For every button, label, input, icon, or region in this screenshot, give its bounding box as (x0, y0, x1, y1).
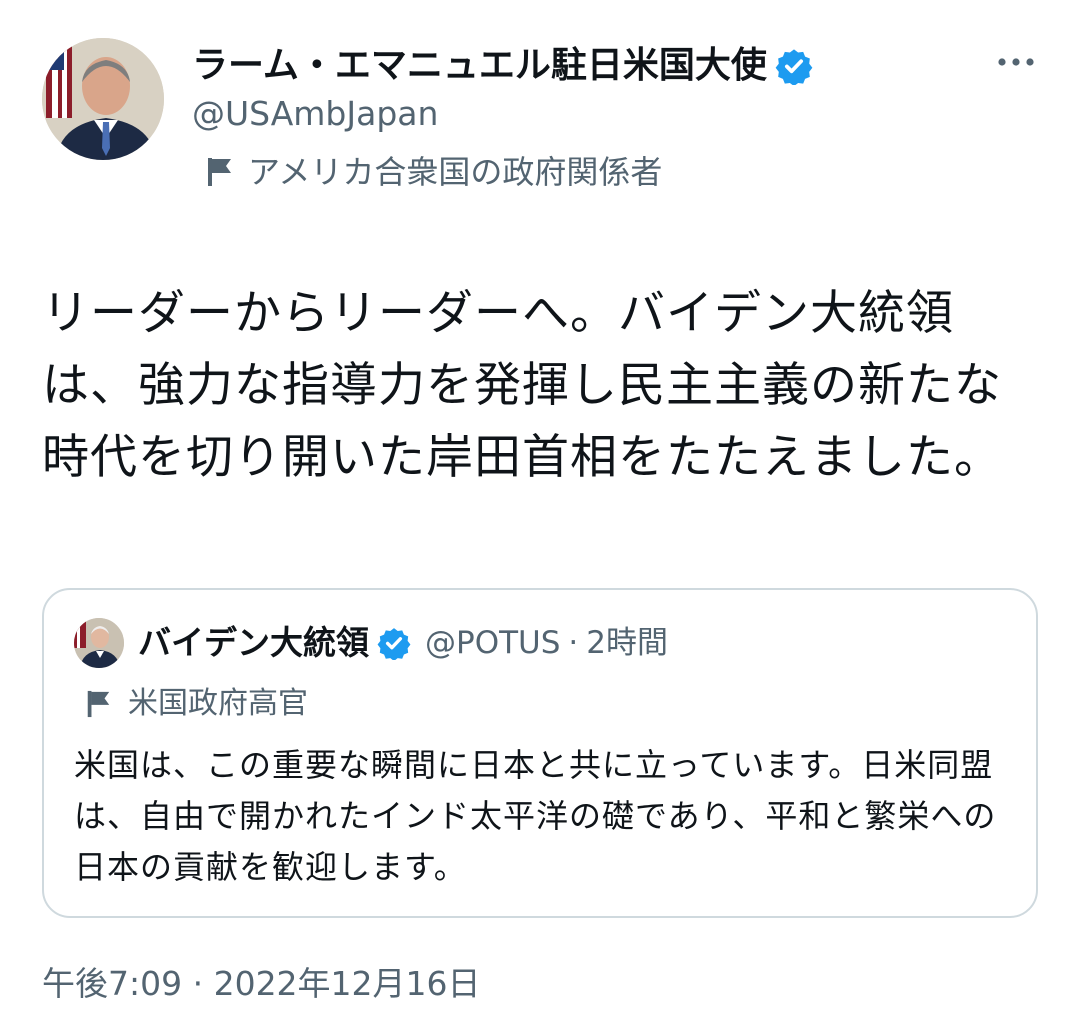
tweet-header: ラーム・エマニュエル駐日米国大使 @USAmbJapan アメリカ合衆国の政府関… (42, 38, 1042, 208)
quoted-tweet-text: 米国は、この重要な瞬間に日本と共に立っています。日米同盟は、自由で開かれたインド… (74, 746, 997, 886)
tweet-timestamp[interactable]: 午後7:09 · 2022年12月16日 (42, 962, 481, 1006)
verified-badge-icon (775, 49, 813, 85)
quoted-tweet-time: 2時間 (586, 625, 668, 661)
quoted-author-avatar (74, 618, 124, 668)
government-label-flag-icon (87, 690, 110, 718)
tweet-text: リーダーからリーダーへ。バイデン大統領は、強力な指導力を発揮し民主主義の新たな時… (42, 286, 1002, 485)
quoted-tweet[interactable]: バイデン大統領 @POTUS · 2時間 米国政府高官 米国は、この重要な瞬間に… (42, 588, 1038, 918)
quoted-government-label: 米国政府高官 (84, 685, 308, 723)
author-handle[interactable]: @USAmbJapan (192, 94, 438, 134)
more-horizontal-icon[interactable] (996, 52, 1036, 72)
quoted-author-name: バイデン大統領 (138, 623, 369, 662)
author-avatar[interactable] (42, 38, 164, 160)
quoted-government-label-text: 米国政府高官 (128, 686, 308, 721)
author-name[interactable]: ラーム・エマニュエル駐日米国大使 (192, 44, 767, 88)
author-name-row: ラーム・エマニュエル駐日米国大使 (192, 44, 813, 88)
government-label-text: アメリカ合衆国の政府関係者 (248, 153, 663, 191)
meta-separator: · (568, 625, 579, 661)
government-label[interactable]: アメリカ合衆国の政府関係者 (204, 152, 662, 192)
quoted-tweet-header: バイデン大統領 @POTUS · 2時間 (74, 618, 668, 668)
verified-badge-icon (377, 628, 411, 660)
government-label-flag-icon (208, 158, 231, 186)
quoted-author-handle: @POTUS (425, 625, 561, 661)
